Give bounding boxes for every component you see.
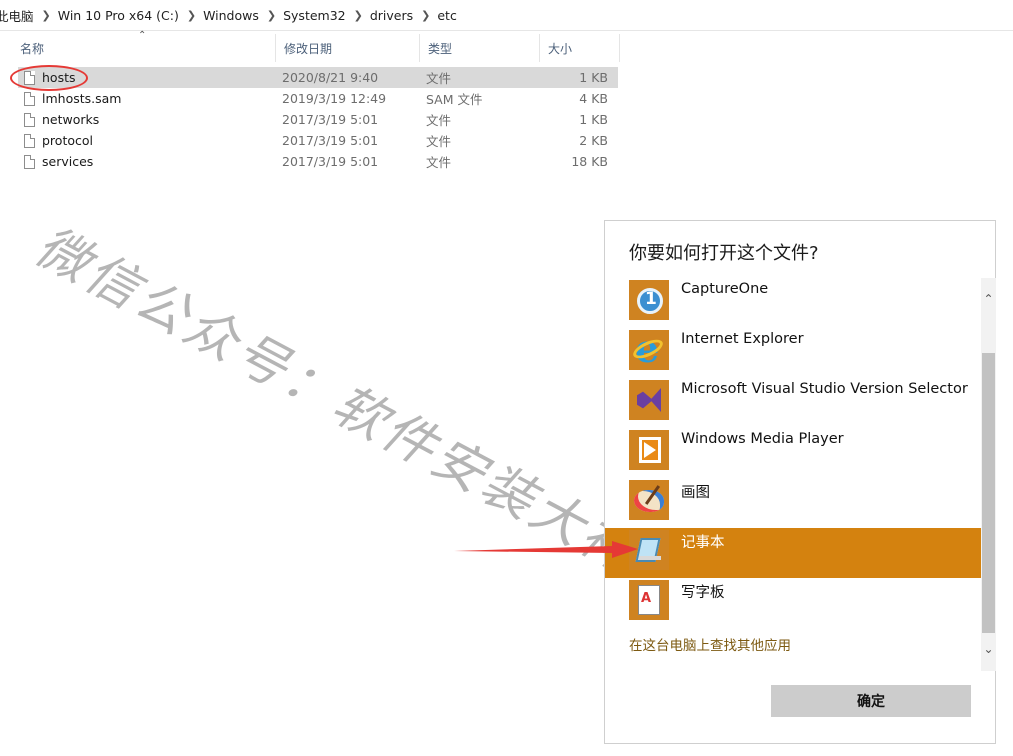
file-date: 2019/3/19 12:49 bbox=[282, 91, 387, 106]
app-label: Internet Explorer bbox=[681, 331, 804, 347]
breadcrumb-item-this-pc[interactable]: 此电脑 ❯ bbox=[0, 0, 56, 30]
file-size: 18 KB bbox=[571, 154, 608, 169]
column-type-label: 类型 bbox=[428, 41, 453, 56]
dialog-title: 你要如何打开这个文件? bbox=[629, 243, 819, 264]
breadcrumb-item-drivers[interactable]: drivers ❯ bbox=[368, 0, 436, 30]
file-name: protocol bbox=[42, 133, 93, 148]
find-more-apps-link[interactable]: 在这台电脑上查找其他应用 bbox=[629, 634, 791, 654]
chevron-right-icon[interactable]: ❯ bbox=[354, 9, 363, 22]
file-row-services[interactable]: services 2017/3/19 5:01 文件 18 KB bbox=[18, 151, 618, 172]
chevron-right-icon[interactable]: ❯ bbox=[187, 9, 196, 22]
app-label: 记事本 bbox=[681, 535, 725, 551]
breadcrumb-item-system32[interactable]: System32 ❯ bbox=[281, 0, 368, 30]
scroll-down-icon[interactable]: ⌄ bbox=[981, 640, 996, 658]
file-size: 2 KB bbox=[579, 133, 608, 148]
wordpad-icon bbox=[629, 580, 669, 620]
app-list-scrollbar[interactable]: ⌃ ⌄ bbox=[981, 278, 996, 671]
captureone-icon bbox=[629, 280, 669, 320]
breadcrumb-item-drive[interactable]: Win 10 Pro x64 (C:) ❯ bbox=[56, 0, 201, 30]
breadcrumb-label: drivers bbox=[369, 7, 414, 23]
breadcrumb-item-etc[interactable]: etc bbox=[435, 0, 458, 30]
file-size: 4 KB bbox=[579, 91, 608, 106]
file-date: 2017/3/19 5:01 bbox=[282, 133, 379, 148]
app-item-notepad[interactable]: 记事本 bbox=[605, 528, 981, 578]
app-item-captureone[interactable]: CaptureOne bbox=[605, 278, 981, 328]
file-size: 1 KB bbox=[579, 70, 608, 85]
column-header: 名称 ⌃ 修改日期 类型 大小 bbox=[12, 30, 620, 62]
file-row-lmhosts[interactable]: lmhosts.sam 2019/3/19 12:49 SAM 文件 4 KB bbox=[18, 88, 618, 109]
annotation-ellipse bbox=[10, 65, 88, 91]
column-date[interactable]: 修改日期 bbox=[276, 34, 420, 62]
file-icon bbox=[24, 91, 35, 106]
breadcrumb-label: Win 10 Pro x64 (C:) bbox=[57, 7, 179, 23]
chevron-right-icon[interactable]: ❯ bbox=[267, 9, 276, 22]
column-date-label: 修改日期 bbox=[284, 41, 333, 56]
app-item-internet-explorer[interactable]: Internet Explorer bbox=[605, 326, 981, 378]
app-item-paint[interactable]: 画图 bbox=[605, 478, 981, 528]
app-label: 写字板 bbox=[681, 585, 725, 601]
column-size-label: 大小 bbox=[548, 41, 573, 56]
paint-icon bbox=[629, 480, 669, 520]
file-type: 文件 bbox=[426, 71, 452, 86]
app-label: 画图 bbox=[681, 485, 710, 501]
file-name-cell: protocol bbox=[18, 133, 276, 148]
scrollbar-thumb[interactable] bbox=[982, 353, 995, 633]
breadcrumb-label: 此电脑 bbox=[0, 8, 34, 24]
file-name-cell: networks bbox=[18, 112, 276, 127]
file-date: 2017/3/19 5:01 bbox=[282, 112, 379, 127]
app-list: CaptureOne Internet Explorer Microsoft V… bbox=[605, 278, 981, 628]
breadcrumb-label: System32 bbox=[283, 7, 346, 23]
column-type[interactable]: 类型 bbox=[420, 34, 540, 62]
breadcrumb: 此电脑 ❯ Win 10 Pro x64 (C:) ❯ Windows ❯ Sy… bbox=[0, 0, 1013, 31]
chevron-right-icon[interactable]: ❯ bbox=[421, 9, 430, 22]
column-name[interactable]: 名称 ⌃ bbox=[12, 30, 276, 62]
file-size: 1 KB bbox=[579, 112, 608, 127]
file-icon bbox=[24, 154, 35, 169]
visual-studio-icon bbox=[629, 380, 669, 420]
file-name: services bbox=[42, 154, 94, 169]
watermark-text: 微信公众号：软件安装大神 bbox=[25, 216, 648, 585]
sort-ascending-icon: ⌃ bbox=[138, 30, 147, 41]
file-date: 2017/3/19 5:01 bbox=[282, 154, 379, 169]
file-list: hosts 2020/8/21 9:40 文件 1 KB lmhosts.sam… bbox=[18, 67, 618, 172]
file-date: 2020/8/21 9:40 bbox=[282, 70, 379, 85]
media-player-icon bbox=[629, 430, 669, 470]
file-row-networks[interactable]: networks 2017/3/19 5:01 文件 1 KB bbox=[18, 109, 618, 130]
file-type: 文件 bbox=[426, 155, 452, 170]
ok-button[interactable]: 确定 bbox=[771, 685, 971, 717]
file-icon bbox=[24, 112, 35, 127]
app-label: CaptureOne bbox=[681, 281, 769, 297]
explorer-window: 此电脑 ❯ Win 10 Pro x64 (C:) ❯ Windows ❯ Sy… bbox=[0, 0, 1013, 756]
annotation-arrow-icon bbox=[454, 541, 638, 558]
app-item-visual-studio-selector[interactable]: Microsoft Visual Studio Version Selector bbox=[605, 378, 981, 428]
internet-explorer-icon bbox=[629, 326, 669, 371]
scroll-up-icon[interactable]: ⌃ bbox=[981, 290, 996, 308]
file-name: lmhosts.sam bbox=[42, 91, 122, 106]
file-icon bbox=[24, 133, 35, 148]
file-row-hosts[interactable]: hosts 2020/8/21 9:40 文件 1 KB bbox=[18, 67, 618, 88]
app-item-wordpad[interactable]: 写字板 bbox=[605, 578, 981, 628]
file-name: networks bbox=[42, 112, 100, 127]
file-name-cell: services bbox=[18, 154, 276, 169]
open-with-dialog: 你要如何打开这个文件? CaptureOne Internet Explorer… bbox=[604, 220, 996, 744]
chevron-right-icon[interactable]: ❯ bbox=[42, 9, 51, 22]
file-row-protocol[interactable]: protocol 2017/3/19 5:01 文件 2 KB bbox=[18, 130, 618, 151]
app-label: Windows Media Player bbox=[681, 431, 844, 447]
breadcrumb-label: Windows bbox=[203, 7, 259, 23]
file-name-cell: lmhosts.sam bbox=[18, 91, 276, 106]
file-type: SAM 文件 bbox=[426, 92, 483, 107]
file-type: 文件 bbox=[426, 113, 452, 128]
breadcrumb-label: etc bbox=[437, 7, 457, 23]
column-size[interactable]: 大小 bbox=[540, 34, 620, 62]
breadcrumb-item-windows[interactable]: Windows ❯ bbox=[201, 0, 281, 30]
app-label: Microsoft Visual Studio Version Selector bbox=[681, 381, 968, 397]
column-name-label: 名称 bbox=[20, 41, 45, 56]
app-item-windows-media-player[interactable]: Windows Media Player bbox=[605, 428, 981, 478]
file-type: 文件 bbox=[426, 134, 452, 149]
